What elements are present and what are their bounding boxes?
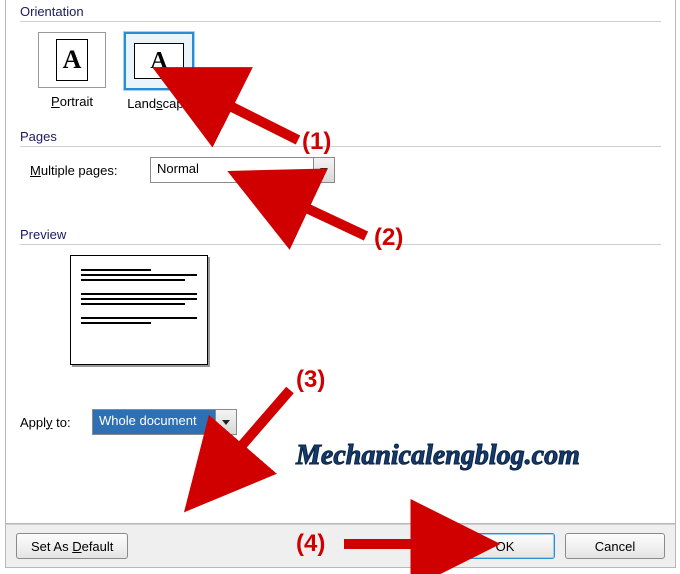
apply-to-value: Whole document xyxy=(93,410,215,434)
cancel-button[interactable]: Cancel xyxy=(565,533,665,559)
multiple-pages-value: Normal xyxy=(151,158,313,182)
divider xyxy=(20,146,661,147)
portrait-label: Portrait xyxy=(38,94,106,109)
page-glyph: A xyxy=(56,39,88,81)
divider xyxy=(20,244,661,245)
multiple-pages-label: Multiple pages: xyxy=(30,163,150,178)
multiple-pages-select[interactable]: Normal xyxy=(150,157,335,183)
apply-to-label: Apply to: xyxy=(20,415,92,430)
apply-to-row: Apply to: Whole document xyxy=(20,409,661,435)
portrait-option[interactable]: A Portrait xyxy=(38,32,106,111)
landscape-label: Landscape xyxy=(124,96,194,111)
set-as-default-button[interactable]: Set As Default xyxy=(16,533,128,559)
preview-thumbnail xyxy=(70,255,208,365)
chevron-down-icon xyxy=(320,168,328,173)
orientation-options: A Portrait A Landscape xyxy=(38,32,661,111)
orientation-header: Orientation xyxy=(20,4,661,19)
dialog-button-bar: Set As Default OK Cancel xyxy=(5,524,676,568)
chevron-down-icon xyxy=(222,420,230,425)
preview-header: Preview xyxy=(20,227,661,242)
divider xyxy=(20,21,661,22)
multiple-pages-row: Multiple pages: Normal xyxy=(30,157,661,183)
landscape-option[interactable]: A Landscape xyxy=(124,32,194,111)
ok-button[interactable]: OK xyxy=(455,533,555,559)
pages-header: Pages xyxy=(20,129,661,144)
page-setup-dialog: Orientation A Portrait A Landscape Pages… xyxy=(5,0,676,524)
landscape-icon: A xyxy=(124,32,194,90)
apply-to-select[interactable]: Whole document xyxy=(92,409,237,435)
portrait-icon: A xyxy=(38,32,106,88)
dropdown-button[interactable] xyxy=(215,410,236,434)
dropdown-button[interactable] xyxy=(313,158,334,182)
page-glyph: A xyxy=(134,43,184,79)
